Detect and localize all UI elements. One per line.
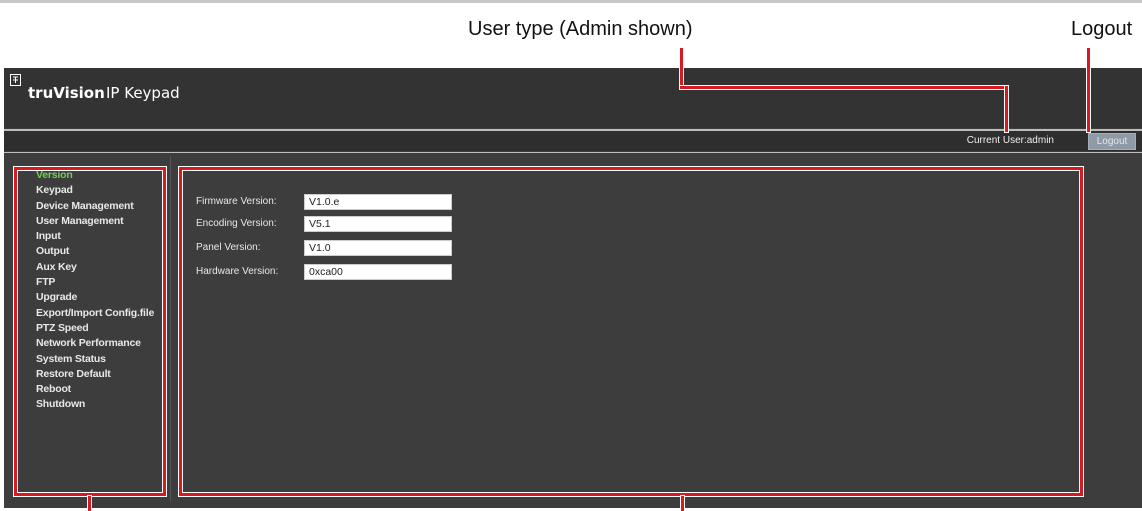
annotation-leader-logout (1087, 48, 1090, 132)
truvision-logo-icon (10, 74, 21, 86)
annotation-box-sidebar (14, 167, 166, 496)
annotation-leader-sidebar (88, 496, 91, 511)
current-user-label: Current User:admin (966, 135, 1054, 146)
user-bar: Current User:admin Logout (4, 131, 1142, 151)
top-border (0, 0, 1142, 3)
annotation-leader-content (681, 496, 684, 511)
logout-button[interactable]: Logout (1088, 133, 1136, 150)
annotation-box-content (179, 167, 1083, 496)
callout-user-type: User type (Admin shown) (468, 18, 693, 40)
annotation-leader-user-type-h (680, 86, 1008, 89)
userbar-divider (4, 152, 1142, 153)
annotation-leader-user-type-v2 (1005, 86, 1008, 132)
annotation-leader-user-type-v1 (680, 48, 683, 88)
sidebar-divider (170, 156, 171, 501)
callout-logout: Logout (1071, 18, 1133, 40)
product-name: IP Keypad (106, 84, 180, 102)
brand-name: truVision (28, 84, 105, 102)
app-header: truVision IP Keypad (4, 68, 1142, 128)
